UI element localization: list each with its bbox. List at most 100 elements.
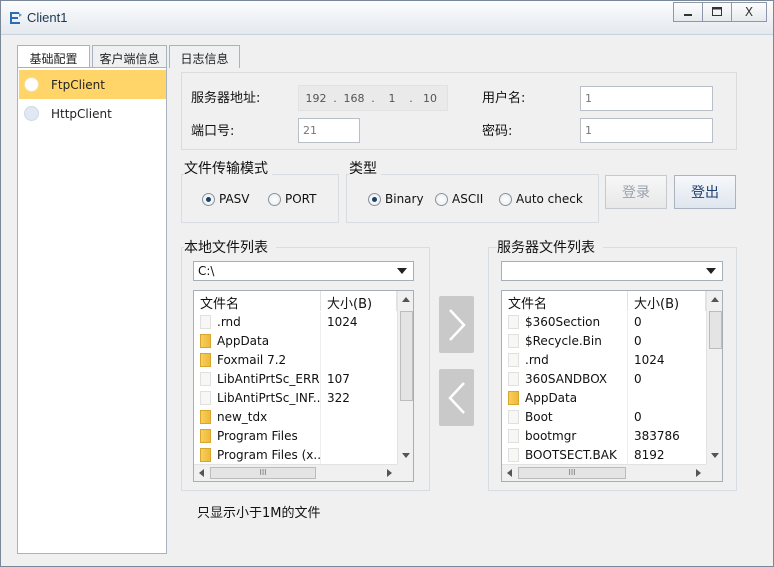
- server-file-list[interactable]: 文件名 大小(B) $360Section 0 $Recycle.Bin 0 .rnd 1…: [501, 290, 723, 482]
- scroll-left-icon[interactable]: [507, 469, 512, 477]
- close-button[interactable]: X: [731, 2, 767, 22]
- column-header-size[interactable]: 大小(B): [628, 291, 706, 312]
- server-files-title: 服务器文件列表: [497, 237, 603, 257]
- server-ip-field[interactable]: 192 . 168 . 1 . 10: [298, 85, 448, 111]
- password-field[interactable]: 1: [580, 118, 713, 143]
- list-item[interactable]: LibAntiPrtSc_INF... 322: [194, 388, 397, 407]
- minimize-icon: [684, 14, 692, 16]
- list-item[interactable]: Program Files: [194, 426, 397, 445]
- list-item[interactable]: $Recycle.Bin 0: [502, 331, 706, 350]
- file-size: 1024: [634, 353, 665, 367]
- scrollbar-corner: [397, 464, 413, 481]
- server-path-dropdown[interactable]: [501, 261, 723, 281]
- file-name: LibAntiPrtSc_ERR...: [217, 371, 321, 386]
- list-item[interactable]: AppData: [194, 331, 397, 350]
- radio-checked-icon: [202, 192, 215, 206]
- local-path-dropdown[interactable]: C:\: [193, 261, 414, 281]
- list-item[interactable]: LibAntiPrtSc_ERR... 107: [194, 369, 397, 388]
- file-name-cell: AppData: [502, 388, 628, 407]
- tab-log-info[interactable]: 日志信息: [169, 45, 240, 68]
- logout-button[interactable]: 登出: [674, 175, 736, 209]
- file-name: Boot: [525, 409, 553, 424]
- server-vertical-scrollbar[interactable]: [706, 291, 722, 464]
- file-name: .rnd: [217, 314, 241, 329]
- scroll-up-icon[interactable]: [402, 297, 410, 302]
- scroll-thumb[interactable]: III: [518, 467, 626, 479]
- file-icon: [508, 447, 519, 462]
- scroll-up-icon[interactable]: [711, 297, 719, 302]
- scroll-thumb[interactable]: [400, 311, 413, 401]
- file-name-cell: Program Files: [194, 426, 321, 445]
- list-item[interactable]: .rnd 1024: [194, 312, 397, 331]
- download-button[interactable]: [439, 369, 474, 426]
- file-name-cell: Boot: [502, 407, 628, 426]
- client-window: Client1 X 基础配置 客户端信息 日志信息 FtpClient Http…: [0, 0, 774, 567]
- tab-basic-config[interactable]: 基础配置: [17, 45, 90, 68]
- scroll-down-icon[interactable]: [711, 453, 719, 458]
- transfer-mode-title: 文件传输模式: [184, 158, 272, 178]
- tab-client-info[interactable]: 客户端信息: [92, 45, 167, 68]
- radio-binary[interactable]: Binary: [368, 192, 424, 206]
- file-name: AppData: [217, 333, 270, 348]
- list-item[interactable]: AppData: [502, 388, 706, 407]
- radio-pasv[interactable]: PASV: [202, 192, 250, 206]
- radio-ascii[interactable]: ASCII: [435, 192, 483, 206]
- radio-unchecked-icon: [435, 192, 448, 206]
- local-file-list[interactable]: 文件名 大小(B) .rnd 1024 AppData Foxmail 7.2 LibA…: [193, 290, 414, 482]
- column-header-name[interactable]: 文件名: [194, 291, 321, 312]
- sidebar-item-label: FtpClient: [51, 77, 105, 92]
- list-item[interactable]: $360Section 0: [502, 312, 706, 331]
- sidebar-item-httpclient[interactable]: HttpClient: [19, 99, 166, 128]
- column-header-size[interactable]: 大小(B): [321, 291, 397, 312]
- file-size: [321, 331, 397, 350]
- radio-unchecked-icon: [268, 192, 281, 206]
- server-horizontal-scrollbar[interactable]: III: [502, 464, 706, 481]
- file-icon: [200, 314, 211, 329]
- minimize-button[interactable]: [673, 2, 703, 22]
- file-name: .rnd: [525, 352, 549, 367]
- radio-auto-check[interactable]: Auto check: [499, 192, 583, 206]
- radio-label: PORT: [285, 192, 317, 206]
- scroll-thumb[interactable]: [709, 311, 722, 349]
- port-field[interactable]: 21: [298, 118, 360, 143]
- list-item[interactable]: bootmgr 383786: [502, 426, 706, 445]
- file-name-cell: Foxmail 7.2: [194, 350, 321, 369]
- file-name-cell: .rnd: [502, 350, 628, 369]
- file-size: 1024: [327, 315, 358, 329]
- scroll-down-icon[interactable]: [402, 453, 410, 458]
- list-item[interactable]: BOOTSECT.BAK 8192: [502, 445, 706, 464]
- maximize-button[interactable]: [702, 2, 732, 22]
- radio-port[interactable]: PORT: [268, 192, 316, 206]
- username-field[interactable]: 1: [580, 86, 713, 111]
- file-icon: [508, 333, 519, 348]
- file-name-cell: AppData: [194, 331, 321, 350]
- list-item[interactable]: Foxmail 7.2: [194, 350, 397, 369]
- file-size: [321, 445, 397, 464]
- column-header-name[interactable]: 文件名: [502, 291, 628, 312]
- sidebar-item-ftpclient[interactable]: FtpClient: [19, 70, 166, 99]
- folder-icon: [200, 447, 211, 462]
- scroll-left-icon[interactable]: [199, 469, 204, 477]
- file-name-cell: LibAntiPrtSc_ERR...: [194, 369, 321, 388]
- list-item[interactable]: new_tdx: [194, 407, 397, 426]
- list-item[interactable]: Boot 0: [502, 407, 706, 426]
- scroll-thumb[interactable]: III: [210, 467, 316, 479]
- file-name-cell: $Recycle.Bin: [502, 331, 628, 350]
- list-item[interactable]: .rnd 1024: [502, 350, 706, 369]
- list-item[interactable]: 360SANDBOX 0: [502, 369, 706, 388]
- file-name: Program Files: [217, 428, 298, 443]
- ip-octet-2: 168: [343, 91, 365, 105]
- list-item[interactable]: Program Files (x...: [194, 445, 397, 464]
- file-name: $Recycle.Bin: [525, 333, 602, 348]
- title-bar[interactable]: Client1 X: [1, 1, 773, 35]
- scroll-right-icon[interactable]: [696, 469, 701, 477]
- local-vertical-scrollbar[interactable]: [397, 291, 413, 464]
- upload-button[interactable]: [439, 296, 474, 353]
- local-horizontal-scrollbar[interactable]: III: [194, 464, 397, 481]
- sidebar-item-label: HttpClient: [51, 106, 112, 121]
- local-list-header: 文件名 大小(B): [194, 291, 397, 312]
- login-button[interactable]: 登录: [605, 175, 667, 209]
- scroll-right-icon[interactable]: [387, 469, 392, 477]
- ip-separator: .: [371, 91, 375, 105]
- chevron-down-icon: [706, 268, 716, 274]
